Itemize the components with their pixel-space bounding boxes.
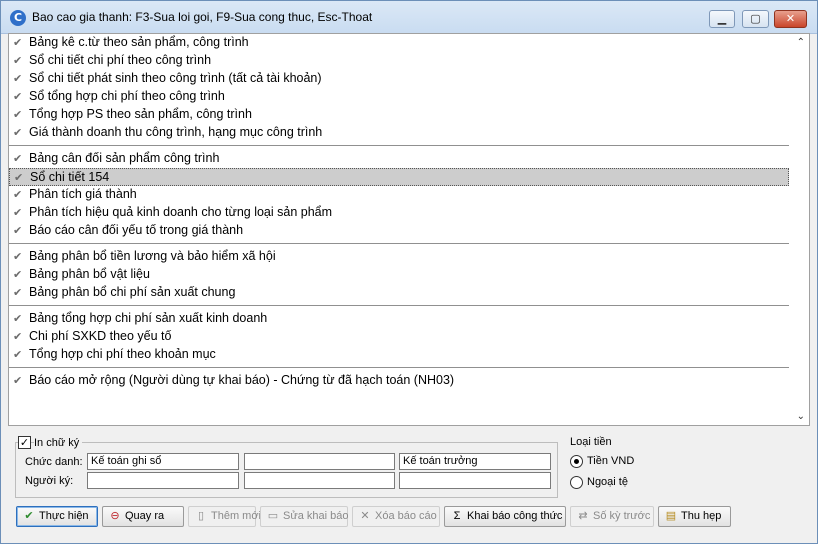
list-item[interactable]: ✔ Chi phí SXKD theo yếu tố: [9, 328, 789, 346]
check-icon: ✔: [13, 313, 23, 325]
currency-foreign-radio[interactable]: [570, 476, 583, 489]
list-item[interactable]: ✔ Bảng phân bổ vật liệu: [9, 266, 789, 284]
group-separator: [9, 367, 789, 368]
swap-icon: ⇄: [578, 510, 588, 522]
add-new-button[interactable]: ▯ Thêm mới: [188, 506, 261, 527]
check-icon: ✔: [13, 189, 23, 201]
check-icon: ✔: [13, 349, 23, 361]
list-item[interactable]: ✔ Phân tích hiệu quả kinh doanh cho từng …: [9, 204, 789, 222]
list-item[interactable]: ✔ Phân tích giá thành: [9, 186, 789, 204]
checkmark-icon: ✔: [24, 510, 34, 522]
app-icon: C: [10, 10, 26, 26]
currency-vnd-label[interactable]: Tiền VND: [587, 455, 634, 467]
list-item[interactable]: ✔ Giá thành doanh thu công trình, hạng mụ…: [9, 124, 789, 142]
list-item[interactable]: ✔ Bảng kê c.từ theo sản phẩm, công trình: [9, 34, 789, 52]
title-bar: C Bao cao gia thanh: F3-Sua loi goi, F9-…: [1, 1, 817, 34]
list-item[interactable]: ✔ Báo cáo mở rộng (Người dùng tự khai báo…: [9, 372, 789, 390]
list-item[interactable]: ✔ Tổng hợp chi phí theo khoản mục: [9, 346, 789, 364]
check-icon: ✔: [13, 375, 23, 387]
check-icon: ✔: [13, 109, 23, 121]
signer-label: Người ký:: [25, 475, 74, 487]
previous-period-button[interactable]: ⇄ Số kỳ trước: [570, 506, 654, 527]
signer-field-3[interactable]: [399, 472, 551, 489]
list-item-selected[interactable]: ✔ Sổ chi tiết 154: [9, 168, 789, 186]
declare-formula-button[interactable]: Σ Khai báo công thức: [444, 506, 566, 527]
signature-group: [15, 442, 558, 498]
title-label: Chức danh:: [25, 456, 83, 468]
list-item[interactable]: ✔ Tổng hợp PS theo sản phẩm, công trình: [9, 106, 789, 124]
group-separator: [9, 305, 789, 306]
folder-icon: ▭: [267, 510, 279, 522]
list-item[interactable]: ✔ Sổ chi tiết chi phí theo công trình: [9, 52, 789, 70]
formula-icon: Σ: [453, 510, 461, 522]
list-item[interactable]: ✔ Sổ tổng hợp chi phí theo công trình: [9, 88, 789, 106]
new-document-icon: ▯: [197, 510, 205, 522]
minimize-button[interactable]: ▁: [709, 10, 735, 28]
check-icon: ✔: [14, 172, 24, 184]
check-icon: ✔: [13, 269, 23, 281]
back-button[interactable]: ⊖ Quay ra: [102, 506, 184, 527]
collapse-icon: ▤: [665, 510, 677, 522]
check-icon: ✔: [13, 251, 23, 263]
list-item[interactable]: ✔ Báo cáo cân đối yếu tố trong giá thành: [9, 222, 789, 240]
list-item[interactable]: ✔ Bảng tổng hợp chi phí sản xuất kinh doa…: [9, 310, 789, 328]
collapse-button[interactable]: ▤ Thu hẹp: [658, 506, 731, 527]
signer-field-2[interactable]: [244, 472, 395, 489]
check-icon: ✔: [13, 91, 23, 103]
scroll-down-icon[interactable]: ⌄: [797, 411, 805, 422]
edit-declaration-button[interactable]: ▭ Sửa khai báo: [260, 506, 348, 527]
report-window: C Bao cao gia thanh: F3-Sua loi goi, F9-…: [0, 0, 818, 544]
list-item[interactable]: ✔ Bảng phân bổ tiền lương và bảo hiểm xã …: [9, 248, 789, 266]
signer-field-1[interactable]: [87, 472, 239, 489]
close-button[interactable]: ✕: [774, 10, 807, 28]
check-icon: ✔: [13, 55, 23, 67]
print-signature-checkbox[interactable]: ✓: [18, 436, 31, 449]
currency-vnd-radio[interactable]: [570, 455, 583, 468]
check-icon: ✔: [13, 153, 23, 165]
check-icon: ✔: [13, 127, 23, 139]
group-separator: [9, 243, 789, 244]
list-item[interactable]: ✔ Sổ chi tiết phát sinh theo công trình (…: [9, 70, 789, 88]
delete-icon: ✕: [360, 510, 370, 522]
currency-label: Loại tiền: [570, 436, 612, 448]
group-separator: [9, 145, 789, 146]
report-list[interactable]: ✔ Bảng kê c.từ theo sản phẩm, công trình …: [8, 33, 810, 426]
currency-foreign-label[interactable]: Ngoại tệ: [587, 476, 628, 488]
list-item[interactable]: ✔ Bảng cân đối sản phẩm công trình: [9, 150, 789, 168]
delete-report-button[interactable]: ✕ Xóa báo cáo: [352, 506, 440, 527]
title-field-2[interactable]: [244, 453, 395, 470]
check-icon: ✔: [13, 207, 23, 219]
stop-icon: ⊖: [110, 510, 120, 522]
title-field-1[interactable]: Kế toán ghi sổ: [87, 453, 239, 470]
execute-button[interactable]: ✔ Thực hiện: [16, 506, 98, 527]
check-icon: ✔: [13, 225, 23, 237]
list-item[interactable]: ✔ Bảng phân bổ chi phí sản xuất chung: [9, 284, 789, 302]
maximize-button[interactable]: ▢: [742, 10, 769, 28]
title-field-3[interactable]: Kế toán trưởng: [399, 453, 551, 470]
scroll-up-icon[interactable]: ⌃: [797, 37, 805, 48]
check-icon: ✔: [13, 73, 23, 85]
print-signature-label: In chữ ký: [34, 437, 83, 449]
check-icon: ✔: [13, 287, 23, 299]
check-icon: ✔: [13, 37, 23, 49]
check-icon: ✔: [13, 331, 23, 343]
window-title: Bao cao gia thanh: F3-Sua loi goi, F9-Su…: [32, 10, 373, 24]
